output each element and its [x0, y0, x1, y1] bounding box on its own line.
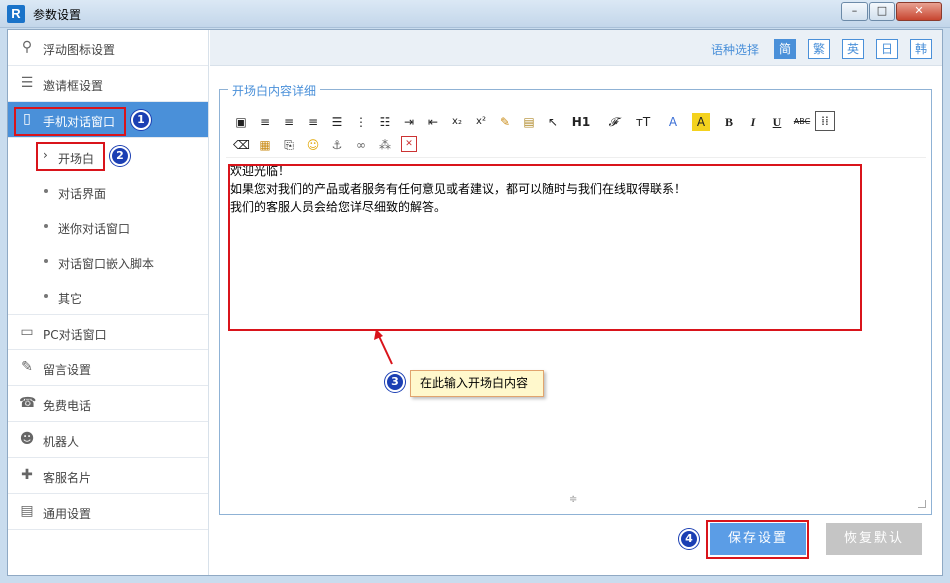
unordered-list-icon[interactable]: ☷ [377, 113, 393, 131]
superscript-icon[interactable]: x² [473, 113, 489, 131]
highlight-color-dropdown[interactable]: A [692, 113, 710, 131]
sidebar-item-label: PC对话窗口 [43, 328, 107, 342]
sidebar-item-agent-card[interactable]: ✚ 客服名片 [8, 458, 208, 494]
sub-item-mini-chat[interactable]: 迷你对话窗口 [8, 209, 208, 244]
sub-item-label: 其它 [58, 292, 83, 306]
bold-button[interactable]: B [721, 113, 737, 131]
annotation-box-editor [228, 164, 862, 331]
pin-icon: ⚲ [21, 39, 33, 55]
resize-grip-icon[interactable] [918, 500, 926, 508]
sidebar-item-float-icon[interactable]: ⚲ 浮动图标设置 [8, 30, 208, 66]
sidebar-item-robot[interactable]: ☻ 机器人 [8, 422, 208, 458]
panel-legend: 开场白内容详细 [228, 82, 321, 99]
annotation-box-mobile-chat [14, 107, 126, 136]
unlink-icon[interactable]: ⁂ [377, 136, 393, 154]
sub-item-label: 迷你对话窗口 [58, 222, 131, 236]
strikethrough-button[interactable]: ABC [792, 113, 812, 131]
fullscreen-icon[interactable]: ✕ [401, 136, 417, 152]
select-all-icon[interactable]: ↖ [545, 113, 561, 131]
eraser-icon[interactable]: ⌫ [233, 136, 250, 154]
bullet [44, 259, 48, 263]
sub-item-label: 对话界面 [58, 187, 107, 201]
lang-english-button[interactable]: 英 [842, 39, 864, 59]
resize-handle-icon[interactable]: ≑ [569, 494, 577, 505]
sidebar-item-label: 免费电话 [43, 399, 92, 413]
bullet [44, 294, 48, 298]
language-bar: 语种选择 简 繁 英 日 韩 [210, 30, 942, 66]
robot-icon: ☻ [19, 431, 35, 447]
align-left-icon[interactable]: ≡ [257, 113, 273, 131]
edit-icon: ✎ [21, 359, 33, 375]
sidebar-item-label: 通用设置 [43, 507, 92, 521]
close-button[interactable]: ✕ [896, 2, 942, 21]
app-logo-icon: R [7, 5, 25, 23]
align-center-icon[interactable]: ≡ [281, 113, 297, 131]
save-button[interactable]: 保存设置 [710, 523, 806, 555]
annotation-badge-4: 4 [679, 529, 699, 549]
align-justify-icon[interactable]: ☰ [329, 113, 345, 131]
outdent-icon[interactable]: ⇤ [425, 113, 441, 131]
subscript-icon[interactable]: x₂ [449, 113, 465, 131]
font-family-dropdown[interactable]: 𝓕 [603, 113, 623, 131]
minimize-button[interactable]: – [841, 2, 868, 21]
reset-default-button[interactable]: 恢复默认 [826, 523, 922, 555]
table-icon[interactable]: ⁞⁞ [815, 111, 835, 131]
font-size-dropdown[interactable]: тT [632, 113, 654, 131]
monitor-icon: ▭ [20, 324, 34, 340]
sub-item-label: 对话窗口嵌入脚本 [58, 257, 155, 271]
emoji-icon[interactable]: ☺ [305, 136, 321, 154]
anchor-icon[interactable]: ⚓ [329, 136, 345, 154]
text-color-dropdown[interactable]: A [664, 113, 682, 131]
sidebar-item-free-call[interactable]: ☎ 免费电话 [8, 386, 208, 422]
sidebar-item-message[interactable]: ✎ 留言设置 [8, 350, 208, 386]
source-icon[interactable]: ▣ [233, 113, 249, 131]
annotation-badge-2: 2 [110, 146, 130, 166]
ordered-list-icon[interactable]: ⋮ [353, 113, 369, 131]
lang-korean-button[interactable]: 韩 [910, 39, 932, 59]
sidebar-item-label: 留言设置 [43, 363, 92, 377]
annotation-badge-1: 1 [131, 110, 151, 130]
sidebar-item-label: 客服名片 [43, 471, 92, 485]
sidebar-item-label: 机器人 [43, 435, 80, 449]
clear-format-icon[interactable]: ✎ [497, 113, 513, 131]
align-right-icon[interactable]: ≡ [305, 113, 321, 131]
format-painter-icon[interactable]: ▤ [521, 113, 537, 131]
sidebar-item-label: 浮动图标设置 [43, 43, 116, 57]
sidebar-item-pc-chat[interactable]: ▭ PC对话窗口 [8, 314, 208, 350]
sub-item-chat-ui[interactable]: 对话界面 [8, 174, 208, 209]
telephone-icon: ☎ [19, 395, 37, 411]
sub-item-other[interactable]: 其它 [8, 279, 208, 314]
card-icon: ▤ [20, 503, 34, 519]
italic-button[interactable]: I [745, 113, 761, 131]
lang-traditional-button[interactable]: 繁 [808, 39, 830, 59]
heading-dropdown[interactable]: H1 [568, 113, 594, 131]
attachment-icon[interactable]: ⎘ [281, 136, 297, 154]
indent-icon[interactable]: ⇥ [401, 113, 417, 131]
sidebar-item-general[interactable]: ▤ 通用设置 [8, 494, 208, 530]
sidebar-item-invite[interactable]: ☰ 邀请框设置 [8, 66, 208, 102]
title-bar: R 参数设置 – □ ✕ [0, 0, 950, 28]
lang-simplified-button[interactable]: 简 [774, 39, 796, 59]
sidebar-item-label: 邀请框设置 [43, 79, 104, 93]
window-title: 参数设置 [33, 8, 82, 22]
language-label: 语种选择 [711, 43, 760, 57]
underline-button[interactable]: U [769, 113, 785, 131]
link-icon[interactable]: ∞ [353, 136, 369, 154]
maximize-button[interactable]: □ [869, 2, 895, 21]
lang-japanese-button[interactable]: 日 [876, 39, 898, 59]
list-icon: ☰ [20, 75, 34, 91]
shield-icon: ✚ [21, 467, 33, 483]
bullet [44, 224, 48, 228]
annotation-tooltip: 在此输入开场白内容 [410, 370, 544, 397]
annotation-box-opening [36, 142, 105, 171]
annotation-arrow [374, 329, 393, 365]
image-icon[interactable]: ▦ [257, 136, 273, 154]
bullet [44, 189, 48, 193]
sub-item-embed-script[interactable]: 对话窗口嵌入脚本 [8, 244, 208, 279]
annotation-badge-3: 3 [385, 372, 405, 392]
